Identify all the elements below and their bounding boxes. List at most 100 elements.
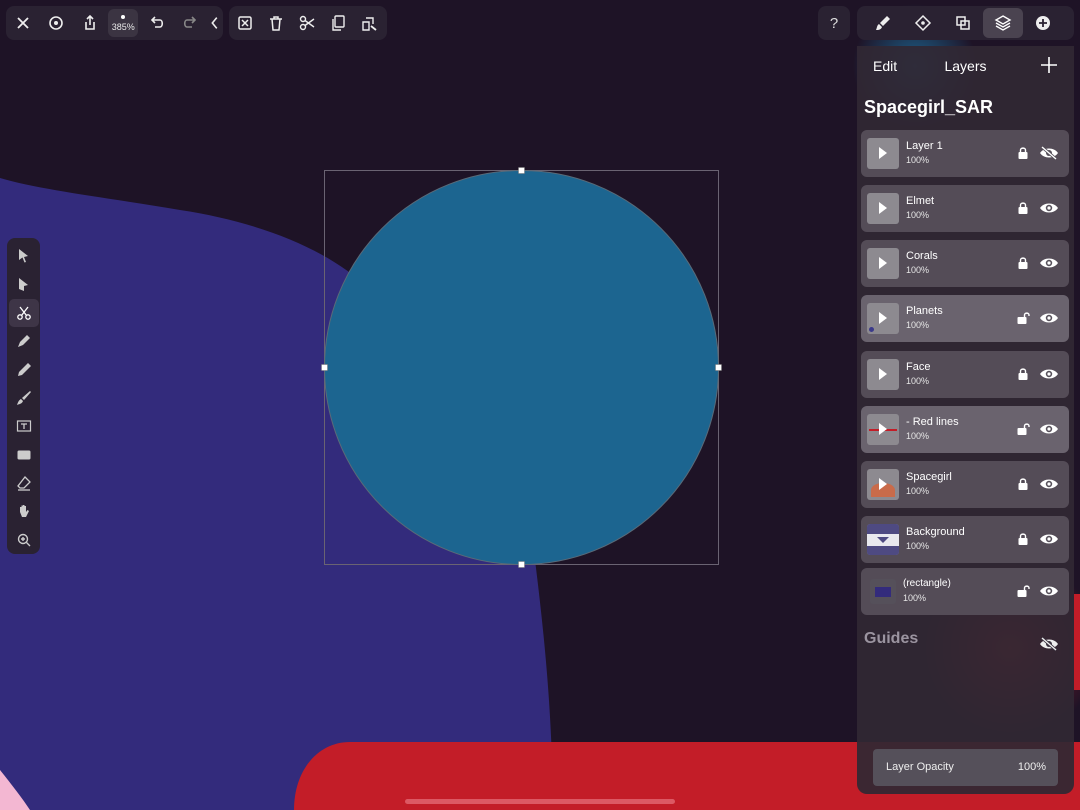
transform-studio-icon[interactable] <box>943 8 983 38</box>
text-icon[interactable] <box>9 412 39 440</box>
paste-icon[interactable] <box>353 6 384 40</box>
layers-studio-icon[interactable] <box>983 8 1023 38</box>
close-icon[interactable] <box>6 6 39 40</box>
eye-icon[interactable] <box>1039 421 1059 437</box>
selected-circle <box>324 170 719 565</box>
zoom-level-badge[interactable]: 385% <box>108 9 138 37</box>
collapse-icon[interactable] <box>207 6 223 40</box>
layer-row[interactable]: Corals 100% <box>861 240 1069 287</box>
layer-thumbnail[interactable] <box>870 579 896 604</box>
pen-icon[interactable] <box>9 327 39 355</box>
eye-icon[interactable] <box>1039 583 1059 599</box>
layer-thumbnail[interactable] <box>867 469 899 500</box>
studio-tab-bar <box>857 6 1074 40</box>
layer-thumbnail[interactable] <box>867 248 899 279</box>
layer-row[interactable]: - Red lines 100% <box>861 406 1069 453</box>
help-label: ? <box>829 14 839 32</box>
layer-row[interactable]: Layer 1 100% <box>861 130 1069 177</box>
unlock-icon[interactable] <box>1016 422 1030 436</box>
layer-thumbnail[interactable] <box>867 414 899 445</box>
layer-row[interactable]: Elmet 100% <box>861 185 1069 232</box>
layer-name: Planets <box>906 305 943 317</box>
layer-row[interactable]: Background 100% <box>861 516 1069 563</box>
eye-icon[interactable] <box>1039 310 1059 326</box>
share-icon[interactable] <box>73 6 106 40</box>
guides-label[interactable]: Guides <box>864 630 918 648</box>
layer-opacity: 100% <box>906 541 930 551</box>
unlock-icon[interactable] <box>1016 311 1030 325</box>
layer-name: (rectangle) <box>903 578 951 589</box>
trash-icon[interactable] <box>260 6 291 40</box>
lock-icon[interactable] <box>1016 367 1030 381</box>
zoom-icon[interactable] <box>9 526 39 554</box>
layer-row[interactable]: (rectangle) 100% <box>861 568 1069 615</box>
pencil-icon[interactable] <box>9 355 39 383</box>
layer-row[interactable]: Planets 100% <box>861 295 1069 342</box>
layer-name: - Red lines <box>906 416 959 428</box>
tools-panel <box>7 238 40 554</box>
deselect-icon[interactable] <box>229 6 260 40</box>
lock-icon[interactable] <box>1016 477 1030 491</box>
add-studio-icon[interactable] <box>1023 8 1063 38</box>
unlock-icon[interactable] <box>1016 584 1030 598</box>
layer-opacity: 100% <box>906 320 930 330</box>
hand-icon[interactable] <box>9 497 39 525</box>
layer-thumbnail[interactable] <box>867 138 899 169</box>
layer-name: Face <box>906 361 931 373</box>
layer-opacity: 100% <box>906 155 930 165</box>
layer-name: Layer 1 <box>906 140 943 152</box>
help-button[interactable]: ? <box>818 6 850 40</box>
eye-hidden-icon[interactable] <box>1039 145 1059 161</box>
handle-bottom <box>518 561 525 568</box>
layer-thumbnail[interactable] <box>867 524 899 555</box>
layers-panel: Layers Edit Spacegirl_SAR Layer 1 100% Elm… <box>857 46 1074 794</box>
eye-icon[interactable] <box>1039 366 1059 382</box>
eye-icon[interactable] <box>1039 255 1059 271</box>
copy-icon[interactable] <box>322 6 353 40</box>
handle-left <box>321 364 328 371</box>
eye-icon[interactable] <box>1039 476 1059 492</box>
handle-top <box>518 167 525 174</box>
zoom-level-label: 385% <box>111 21 135 32</box>
lock-icon[interactable] <box>1016 201 1030 215</box>
layer-opacity-slider[interactable]: Layer Opacity 100% <box>873 749 1058 786</box>
add-layer-icon[interactable] <box>1038 54 1060 76</box>
layer-name: Spacegirl <box>906 471 952 483</box>
lock-icon[interactable] <box>1016 146 1030 160</box>
layer-thumbnail[interactable] <box>867 359 899 390</box>
brush-studio-icon[interactable] <box>863 8 903 38</box>
eye-icon[interactable] <box>1039 531 1059 547</box>
lock-icon[interactable] <box>1016 532 1030 546</box>
node-icon[interactable] <box>9 270 39 298</box>
layer-opacity: 100% <box>906 210 930 220</box>
layer-opacity-label: Layer Opacity <box>886 761 954 773</box>
navigator-icon[interactable] <box>903 8 943 38</box>
layer-opacity-value: 100% <box>1017 761 1046 773</box>
eraser-icon[interactable] <box>9 469 39 497</box>
layer-opacity: 100% <box>906 376 930 386</box>
scissors-tool-icon[interactable] <box>8 298 39 328</box>
edit-button[interactable]: Edit <box>873 58 897 74</box>
lock-icon[interactable] <box>1016 256 1030 270</box>
layer-opacity: 100% <box>906 265 930 275</box>
layer-row[interactable]: Spacegirl 100% <box>861 461 1069 508</box>
layer-thumbnail[interactable] <box>867 303 899 334</box>
layer-name: Elmet <box>906 195 935 207</box>
layer-row[interactable]: Face 100% <box>861 351 1069 398</box>
redo-icon[interactable] <box>173 6 206 40</box>
handle-right <box>715 364 722 371</box>
settings-icon[interactable] <box>39 6 72 40</box>
rectangle-icon[interactable] <box>9 441 39 469</box>
edit-toolbar <box>229 6 387 40</box>
layer-thumbnail[interactable] <box>867 193 899 224</box>
move-icon[interactable] <box>9 242 39 270</box>
guides-hidden-eye-icon[interactable] <box>1039 636 1059 652</box>
brush-icon[interactable] <box>9 384 39 412</box>
layers-panel-header: Layers Edit <box>857 46 1074 86</box>
undo-icon[interactable] <box>140 6 173 40</box>
eye-icon[interactable] <box>1039 200 1059 216</box>
layer-opacity: 100% <box>906 486 930 496</box>
scissors-icon[interactable] <box>291 6 322 40</box>
layer-name: Background <box>906 526 965 538</box>
home-indicator[interactable] <box>405 799 675 804</box>
